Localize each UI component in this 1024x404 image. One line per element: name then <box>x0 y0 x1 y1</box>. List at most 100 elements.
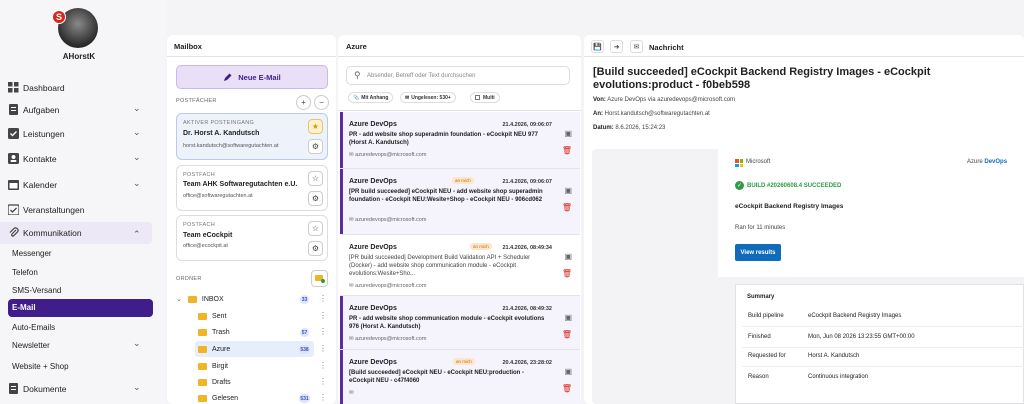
nav-website-shop[interactable]: Website + Shop <box>12 362 69 371</box>
archive-icon[interactable]: ▣ <box>564 252 572 261</box>
email-list-item[interactable]: Azure DevOps 20.4.2026, 23:28:02 [Build … <box>340 350 580 404</box>
email-address-text: azuredevops@microsoft.com <box>355 217 427 223</box>
mailbox-card[interactable]: POSTFACH Team AHK Softwaregutachten e.U.… <box>176 165 328 211</box>
archive-icon[interactable]: ▣ <box>564 129 572 138</box>
trash-icon[interactable]: 🗑 <box>562 269 572 278</box>
mail-icon[interactable]: ✉ <box>630 40 643 53</box>
nav-kontakte[interactable]: Kontakte ⌄ <box>0 148 152 170</box>
chevron-down-icon[interactable]: ⌄ <box>133 382 141 393</box>
email-address: ✉ azuredevops@microsoft.com <box>349 152 426 158</box>
archive-icon[interactable]: ▣ <box>564 313 572 322</box>
nav-auto-emails[interactable]: Auto-Emails <box>12 323 55 332</box>
nav-leistungen[interactable]: Leistungen ⌄ <box>0 123 152 145</box>
more-options-icon[interactable]: ⋮ <box>319 377 327 386</box>
chevron-up-icon[interactable]: ⌃ <box>133 229 141 240</box>
folder-item[interactable]: Gelesen <box>198 390 238 404</box>
message-from: Von: Azure DevOps via azuredevops@micros… <box>593 97 735 103</box>
nav-kalender[interactable]: Kalender ⌄ <box>0 174 152 196</box>
mailbox-card[interactable]: POSTFACH Team eCockpit office@ecockpit.a… <box>176 215 328 261</box>
new-folder-button[interactable] <box>311 270 328 287</box>
archive-icon[interactable]: ▣ <box>564 367 572 376</box>
add-mailbox-button[interactable]: + <box>296 95 311 110</box>
trash-icon[interactable]: 🗑 <box>562 384 572 393</box>
save-icon[interactable]: 💾 <box>591 40 604 53</box>
new-email-button[interactable]: Neue E-Mail <box>176 65 328 89</box>
email-list-item[interactable]: Azure DevOps 21.4.2026, 09:06:07 [PR bui… <box>340 169 580 235</box>
folder-item[interactable]: Drafts <box>198 374 231 390</box>
nav-aufgaben[interactable]: Aufgaben ⌄ <box>0 99 152 121</box>
trash-icon[interactable]: 🗑 <box>562 203 572 212</box>
minus-icon: − <box>319 98 324 107</box>
remove-mailbox-button[interactable]: − <box>314 95 329 110</box>
email-address: ✉ azuredevops@microsoft.com <box>349 336 426 342</box>
email-subject: PR - add website shop communication modu… <box>349 316 545 330</box>
nav-email-active[interactable]: E-Mail <box>8 299 153 317</box>
date-label: Datum: <box>593 125 614 131</box>
email-list-item[interactable]: Azure DevOps 21.4.2026, 09:06:07 PR - ad… <box>340 112 580 169</box>
nav-dokumente[interactable]: Dokumente ⌄ <box>0 378 152 400</box>
folder-item[interactable]: ⌄ INBOX <box>176 291 224 307</box>
nav-newsletter[interactable]: Newsletter <box>12 341 50 350</box>
email-subject: [PR build succeeded] Development Build V… <box>349 255 531 277</box>
chevron-down-icon[interactable]: ⌄ <box>133 127 141 138</box>
folder-icon <box>198 328 207 336</box>
chevron-down-icon[interactable]: ⌄ <box>133 178 141 189</box>
nav-veranstaltungen[interactable]: Veranstaltungen <box>0 199 152 221</box>
chevron-down-icon[interactable]: ⌄ <box>176 295 182 303</box>
folder-icon <box>198 362 207 370</box>
folder-item[interactable]: Birgit <box>198 358 228 374</box>
nav-sms-versand[interactable]: SMS-Versand <box>12 286 61 295</box>
more-options-icon[interactable]: ⋮ <box>319 344 327 353</box>
trash-icon[interactable]: 🗑 <box>562 146 572 155</box>
star-outline-icon[interactable]: ☆ <box>308 171 323 186</box>
ordner-heading: ORDNER <box>176 276 202 282</box>
more-options-icon[interactable]: ⋮ <box>319 311 327 320</box>
summary-key: Requested for <box>748 353 786 359</box>
settings-gear-icon[interactable]: ⚙ <box>308 241 323 256</box>
settings-gear-icon[interactable]: ⚙ <box>308 139 323 154</box>
email-address-text: azuredevops@microsoft.com <box>355 336 427 342</box>
filter-multi[interactable]: Multi <box>470 92 500 103</box>
paperclip-icon <box>9 227 19 237</box>
devops-label: DevOps <box>984 159 1008 165</box>
chevron-down-icon[interactable]: ⌄ <box>133 103 141 114</box>
message-to: An: Horst.kandutsch@softwaregutachten.at <box>593 111 710 117</box>
trash-icon[interactable]: 🗑 <box>562 330 572 339</box>
user-name: AHorstK <box>62 52 96 61</box>
nav-telefon[interactable]: Telefon <box>12 268 38 277</box>
star-icon[interactable]: ★ <box>308 119 323 134</box>
forward-icon[interactable]: ➜ <box>610 40 623 53</box>
filter-attachment[interactable]: 📎 Mit Anhang <box>348 92 394 103</box>
folder-item[interactable]: Trash <box>198 324 230 340</box>
nav-kommunikation[interactable]: Kommunikation ⌃ <box>0 222 152 244</box>
archive-icon[interactable]: ▣ <box>564 186 572 195</box>
divider <box>338 56 581 57</box>
star-outline-icon[interactable]: ☆ <box>308 221 323 236</box>
filter-unread[interactable]: ✉ Ungelesen: 530+ <box>400 92 456 103</box>
mailbox-title: Mailbox <box>174 42 202 51</box>
search-input[interactable]: ⚲ Absender, Betreff oder Text durchsuche… <box>346 66 570 85</box>
email-list-item[interactable]: Azure DevOps 21.4.2026, 08:49:34 [PR bui… <box>340 235 580 296</box>
nav-label: Kommunikation <box>23 228 82 238</box>
summary-card <box>735 284 1024 404</box>
folder-label: Sent <box>212 312 227 320</box>
from-value: Azure DevOps via azuredevops@microsoft.c… <box>607 97 736 103</box>
settings-gear-icon[interactable]: ⚙ <box>308 191 323 206</box>
folder-label: Azure <box>212 345 231 353</box>
view-results-button[interactable]: View results <box>735 244 781 261</box>
folder-item[interactable]: Azure <box>198 341 230 357</box>
folder-item[interactable]: Sent <box>198 308 226 324</box>
more-options-icon[interactable]: ⋮ <box>319 294 327 303</box>
email-sender: Azure DevOps <box>349 305 397 312</box>
email-list-item[interactable]: Azure DevOps 21.4.2026, 08:49:32 PR - ad… <box>340 296 580 350</box>
nav-label: Veranstaltungen <box>23 205 85 215</box>
chevron-down-icon[interactable]: ⌄ <box>133 152 141 163</box>
folder-icon <box>198 378 207 386</box>
chevron-down-icon[interactable]: ⌄ <box>133 338 141 349</box>
nav-messenger[interactable]: Messenger <box>12 249 52 258</box>
more-options-icon[interactable]: ⋮ <box>319 393 327 402</box>
more-options-icon[interactable]: ⋮ <box>319 327 327 336</box>
nav-dashboard[interactable]: Dashboard <box>0 77 152 99</box>
more-options-icon[interactable]: ⋮ <box>319 361 327 370</box>
mailbox-card-active[interactable]: AKTIVER POSTEINGANG Dr. Horst A. Kanduts… <box>176 113 328 160</box>
